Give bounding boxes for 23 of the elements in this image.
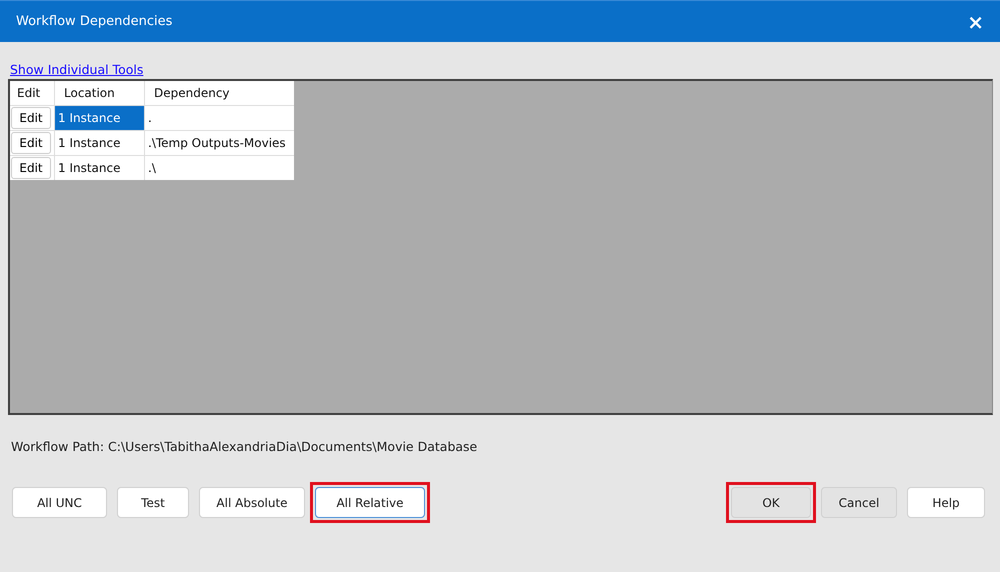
column-header: Edit <box>10 81 54 105</box>
close-button[interactable]: × <box>967 10 984 34</box>
workflow-path: Workflow Path: C:\Users\TabithaAlexandriaDia\Documents\Movie Database <box>11 439 478 454</box>
column-header: Location <box>55 81 144 105</box>
show-tools-link[interactable]: Show Individual Tools <box>10 62 144 77</box>
column-header: Dependency <box>145 81 294 105</box>
dialog-button[interactable]: Help <box>907 487 985 518</box>
dialog-button[interactable]: All Absolute <box>199 487 305 518</box>
dependency-cell: .\ <box>145 156 294 180</box>
dialog-button[interactable]: Test <box>117 487 189 518</box>
edit-button[interactable]: Edit <box>11 157 51 179</box>
dialog-button[interactable]: Cancel <box>821 487 897 518</box>
location-cell[interactable]: 1 Instance <box>55 106 144 130</box>
dialog-button[interactable]: All Relative <box>315 487 425 518</box>
edit-button[interactable]: Edit <box>11 107 51 129</box>
dependency-cell: . <box>145 106 294 130</box>
edit-button[interactable]: Edit <box>11 132 51 154</box>
location-cell[interactable]: 1 Instance <box>55 156 144 180</box>
window-title: Workflow Dependencies <box>16 14 172 29</box>
dialog-button[interactable]: All UNC <box>12 487 107 518</box>
dialog-button[interactable]: OK <box>731 487 811 518</box>
location-cell[interactable]: 1 Instance <box>55 131 144 155</box>
dependency-cell: .\Temp Outputs-Movies <box>145 131 294 155</box>
